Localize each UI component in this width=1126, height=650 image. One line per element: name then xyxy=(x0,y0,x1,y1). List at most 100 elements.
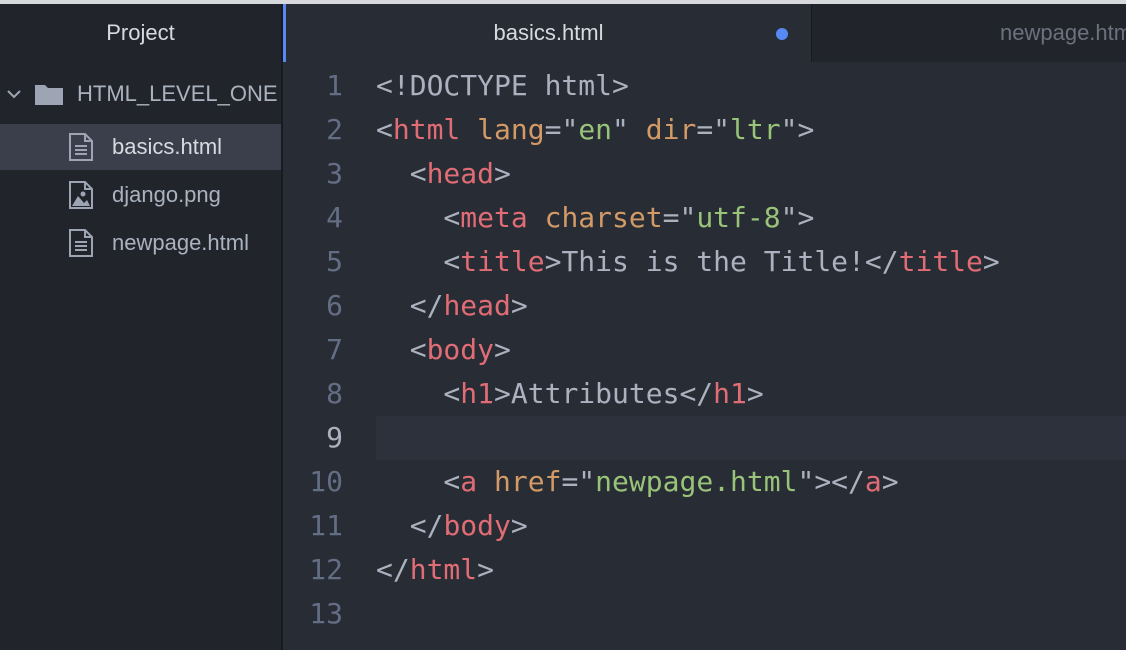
code-token: </ xyxy=(376,289,444,322)
code-token: dir xyxy=(645,113,697,146)
code-token: < xyxy=(376,201,461,234)
code-line[interactable]: <h1>Attributes</h1> xyxy=(376,372,1126,416)
code-line[interactable]: </head> xyxy=(376,284,1126,328)
code-token: h1 xyxy=(460,377,495,410)
code-token: </ xyxy=(376,553,410,586)
code-token: "></ xyxy=(797,465,865,498)
project-root-folder[interactable]: HTML_LEVEL_ONE xyxy=(0,72,281,116)
line-number[interactable]: 12 xyxy=(283,548,343,592)
code-token: newpage.html xyxy=(595,465,798,498)
code-token: < xyxy=(376,245,461,278)
code-line[interactable]: </html> xyxy=(376,548,1126,592)
line-number[interactable]: 1 xyxy=(283,64,343,108)
code-line[interactable]: <body> xyxy=(376,328,1126,372)
code-token: html xyxy=(409,553,478,586)
code-token: a xyxy=(864,465,882,498)
tab-newpage-html[interactable]: newpage.html xyxy=(811,4,1126,62)
tree-file-label: newpage.html xyxy=(112,230,249,255)
code-token: meta xyxy=(460,201,528,234)
code-token: body xyxy=(443,509,511,542)
tree-file-django-png[interactable]: django.png xyxy=(0,172,281,218)
code-line[interactable]: <title>This is the Title!</title> xyxy=(376,240,1126,284)
code-line[interactable]: <a href="newpage.html"></a> xyxy=(376,460,1126,504)
code-token: ltr xyxy=(730,113,781,146)
chevron-down-icon[interactable] xyxy=(6,86,22,102)
code-line[interactable] xyxy=(376,416,1126,460)
code-token: >This is the Title!</ xyxy=(544,245,899,278)
code-token: h1 xyxy=(713,377,747,410)
line-number-gutter[interactable]: 1 2 3 4 5 6 7 8 9 10 11 12 13 xyxy=(283,64,343,636)
code-token: =" xyxy=(662,201,697,234)
code-token: > xyxy=(982,245,1000,278)
tab-basics-html[interactable]: basics.html xyxy=(283,4,811,62)
root-folder-name: HTML_LEVEL_ONE xyxy=(77,81,278,106)
line-number[interactable]: 10 xyxy=(283,460,343,504)
code-token: > xyxy=(746,377,764,410)
code-token: "> xyxy=(780,113,815,146)
code-token: < xyxy=(376,157,427,190)
code-token: utf-8 xyxy=(696,201,781,234)
line-number[interactable]: 4 xyxy=(283,196,343,240)
code-token: > xyxy=(494,157,511,190)
code-line[interactable]: <html lang="en" dir="ltr"> xyxy=(376,108,1126,152)
project-panel-title: Project xyxy=(106,20,175,45)
code-token: head xyxy=(443,289,511,322)
tree-file-label: django.png xyxy=(112,182,221,207)
tree-file-newpage-html[interactable]: newpage.html xyxy=(0,220,281,266)
line-number[interactable]: 8 xyxy=(283,372,343,416)
line-number[interactable]: 7 xyxy=(283,328,343,372)
modified-dot-icon[interactable] xyxy=(776,28,788,40)
code-token: en xyxy=(578,113,613,146)
code-area[interactable]: <!DOCTYPE html> <html lang="en" dir="ltr"… xyxy=(376,64,1126,636)
line-number[interactable]: 9 xyxy=(283,416,343,460)
code-line[interactable]: </body> xyxy=(376,504,1126,548)
code-token: <!DOCTYPE html> xyxy=(376,69,629,102)
code-token: < xyxy=(376,333,427,366)
code-token: html xyxy=(392,113,461,146)
code-token: a xyxy=(460,465,478,498)
tree-file-label: basics.html xyxy=(112,134,223,159)
code-token: lang xyxy=(477,113,545,146)
code-line[interactable] xyxy=(376,592,1126,636)
tab-label: newpage.html xyxy=(1000,20,1126,45)
line-number[interactable]: 2 xyxy=(283,108,343,152)
tab-label: basics.html xyxy=(493,20,604,45)
file-image-icon xyxy=(69,181,93,209)
code-token: " xyxy=(612,113,646,146)
code-token: < xyxy=(376,377,461,410)
code-token: > xyxy=(510,289,528,322)
code-token: < xyxy=(376,465,461,498)
line-number[interactable]: 13 xyxy=(283,592,343,636)
code-token: title xyxy=(460,245,545,278)
code-token: >Attributes</ xyxy=(494,377,714,410)
code-token: head xyxy=(426,157,495,190)
code-token: =" xyxy=(696,113,731,146)
code-token: =" xyxy=(561,465,596,498)
code-token: </ xyxy=(376,509,444,542)
code-token: title xyxy=(898,245,983,278)
code-token: > xyxy=(510,509,528,542)
code-editor[interactable]: 1 2 3 4 5 6 7 8 9 10 11 12 13 <!DOCTYPE html> <html l… xyxy=(283,62,1126,650)
file-text-icon xyxy=(69,229,93,257)
tab-bar: basics.html newpage.html xyxy=(283,4,1126,62)
line-number[interactable]: 3 xyxy=(283,152,343,196)
code-token: > xyxy=(881,465,899,498)
code-token: =" xyxy=(544,113,579,146)
line-number[interactable]: 6 xyxy=(283,284,343,328)
code-token: > xyxy=(477,553,495,586)
code-token: "> xyxy=(780,201,815,234)
tree-file-basics-html[interactable]: basics.html xyxy=(0,124,281,170)
code-token: href xyxy=(494,465,562,498)
code-line[interactable]: <meta charset="utf-8"> xyxy=(376,196,1126,240)
code-token: charset xyxy=(544,201,663,234)
code-line[interactable]: <!DOCTYPE html> xyxy=(376,64,1126,108)
file-text-icon xyxy=(69,133,93,161)
tree-view: Project HTML_LEVEL_ONE basics.html djang… xyxy=(0,4,281,650)
code-token: < xyxy=(376,113,393,146)
code-line[interactable]: <head> xyxy=(376,152,1126,196)
line-number[interactable]: 5 xyxy=(283,240,343,284)
line-number[interactable]: 11 xyxy=(283,504,343,548)
